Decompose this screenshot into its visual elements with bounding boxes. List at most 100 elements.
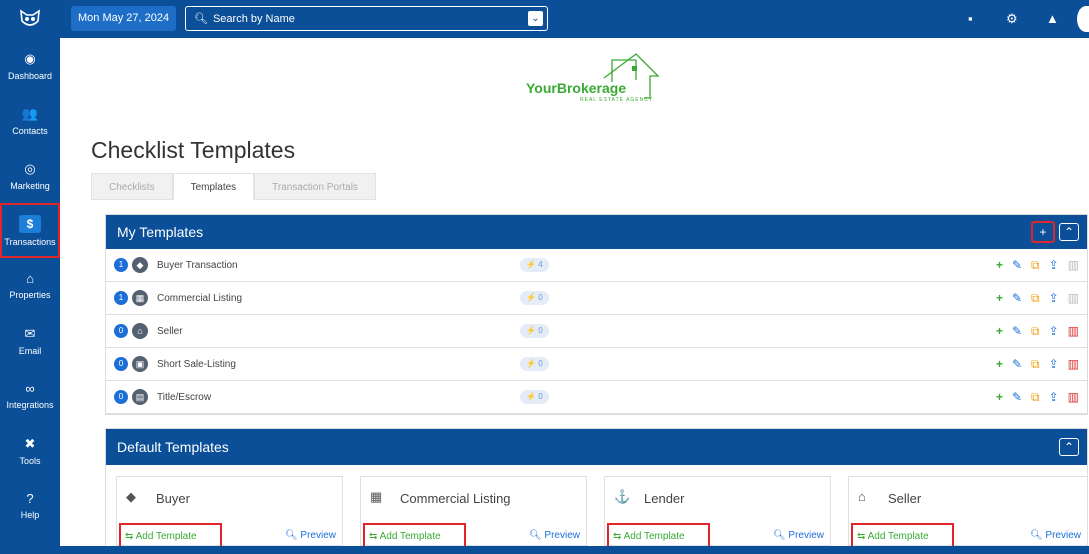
card-seller: ⌂ Seller ⇆ Add Template 🔍︎ Preview [848,476,1088,550]
copy-icon[interactable]: ⧉ [1031,324,1040,339]
copy-icon[interactable]: ⧉ [1031,357,1040,372]
collapse-button[interactable]: ⌃ [1059,438,1079,456]
trash-icon[interactable]: ▥ [1068,357,1079,372]
sidebar-item-integrations[interactable]: ∞ Integrations [0,368,60,423]
avatar[interactable] [1077,6,1089,32]
add-template-label: Add Template [135,531,197,542]
contacts-icon: 👥 [21,105,39,121]
tools-icon: ✖ [24,435,36,451]
pencil-icon[interactable]: ✎ [1012,324,1022,339]
sidebar-item-help[interactable]: ? Help [0,478,60,533]
trash-icon[interactable]: ▥ [1068,390,1079,405]
card-title: Lender [644,491,685,506]
trash-icon[interactable]: ▥ [1068,291,1079,306]
date-button[interactable]: Mon May 27, 2024 [71,6,177,31]
template-name[interactable]: Seller [157,326,183,337]
owl-logo-icon [20,9,40,26]
trash-icon[interactable]: ▥ [1068,324,1079,339]
sidebar-item-label: Integrations [6,400,54,410]
plus-icon[interactable]: + [996,357,1003,372]
sidebar-item-label: Contacts [12,125,48,136]
copy-icon[interactable]: ⧉ [1031,390,1040,405]
building-icon: ▦ [132,290,148,306]
preview-link[interactable]: 🔍︎ Preview [773,530,824,541]
brand-name: YourBrokerage [526,80,627,96]
trash-icon[interactable]: ▥ [1068,258,1079,273]
sidebar-item-properties[interactable]: ⌂ Properties [0,258,60,313]
share-icon[interactable]: ⇪ [1049,390,1059,405]
sidebar-item-transactions[interactable]: $ Transactions [0,203,60,258]
chevron-down-icon[interactable]: ⌄ [528,11,543,26]
table-row[interactable]: 1 ◆ Buyer Transaction ⚡ 4 + ✎ ⧉ ⇪ ▥ [106,249,1087,282]
search-placeholder: Search by Name [212,12,295,25]
sidebar-item-email[interactable]: ✉ Email [0,313,60,368]
preview-link[interactable]: 🔍︎ Preview [1030,530,1081,541]
panel-title: Default Templates [117,439,229,455]
home-icon: ⌂ [858,489,866,504]
task-count: 0 [538,392,543,401]
sidebar-item-tools[interactable]: ✖ Tools [0,423,60,478]
copy-icon[interactable]: ⧉ [1031,291,1040,306]
link-icon: ∞ [25,381,35,396]
chevron-up-icon: ⌃ [1063,440,1075,454]
preview-label: Preview [1045,530,1081,541]
copy-icon[interactable]: ⧉ [1031,258,1040,273]
pencil-icon[interactable]: ✎ [1012,357,1022,372]
bell-icon[interactable]: ▲ [1046,11,1059,26]
share-icon[interactable]: ⇪ [1049,291,1059,306]
search-select[interactable]: 🔍︎ Search by Name ⌄ [185,6,548,31]
task-count: 0 [538,359,543,368]
sidebar-item-label: Transactions [4,236,56,247]
table-row[interactable]: 0 ▣ Short Sale-Listing ⚡ 0 + ✎ ⧉ ⇪ ▥ [106,348,1087,381]
sidebar-item-marketing[interactable]: ◎ Marketing [0,148,60,203]
app-logo[interactable] [0,0,60,38]
preview-link[interactable]: 🔍︎ Preview [529,530,580,541]
preview-link[interactable]: 🔍︎ Preview [285,530,336,541]
tab-templates[interactable]: Templates [172,173,255,200]
preview-label: Preview [300,530,336,541]
tab-checklists[interactable]: Checklists [91,173,173,200]
sidebar-item-label: Tools [19,455,41,466]
my-templates-header: My Templates + ⌃ [106,215,1087,249]
plus-icon[interactable]: + [996,291,1003,306]
chat-icon[interactable]: ▪ [968,11,973,26]
usage-count-badge: 0 [114,324,128,338]
share-icon[interactable]: ⇪ [1049,324,1059,339]
share-icon[interactable]: ⇪ [1049,258,1059,273]
dollar-icon: $ [19,214,41,233]
table-row[interactable]: 1 ▦ Commercial Listing ⚡ 0 + ✎ ⧉ ⇪ ▥ [106,282,1087,315]
pencil-icon[interactable]: ✎ [1012,291,1022,306]
plus-icon[interactable]: + [996,324,1003,339]
search-icon: 🔍︎ [194,13,208,25]
home-icon: ⌂ [132,323,148,339]
share-icon[interactable]: ⇪ [1049,357,1059,372]
pencil-icon[interactable]: ✎ [1012,258,1022,273]
pencil-icon[interactable]: ✎ [1012,390,1022,405]
table-row[interactable]: 0 ▤ Title/Escrow ⚡ 0 + ✎ ⧉ ⇪ ▥ [106,381,1087,414]
gear-icon[interactable]: ⚙ [1006,11,1018,27]
tab-transaction-portals[interactable]: Transaction Portals [254,173,376,200]
usage-count-badge: 1 [114,291,128,305]
collapse-button[interactable]: ⌃ [1059,223,1079,241]
sidebar-item-contacts[interactable]: 👥 Contacts [0,93,60,148]
template-name[interactable]: Commercial Listing [157,293,242,304]
lender-icon: ⚓ [614,489,631,504]
card-buyer: ◆ Buyer ⇆ Add Template 🔍︎ Preview [116,476,343,550]
main-content: YourBrokerage REAL ESTATE AGENCY Checkli… [60,38,1089,550]
template-list: 1 ◆ Buyer Transaction ⚡ 4 + ✎ ⧉ ⇪ ▥ 1 ▦ Commercial … [106,249,1087,414]
usage-count-badge: 0 [114,357,128,371]
plus-icon[interactable]: + [996,390,1003,405]
template-name[interactable]: Title/Escrow [157,392,211,403]
sidebar-item-dashboard[interactable]: ◉ Dashboard [0,38,60,93]
table-row[interactable]: 0 ⌂ Seller ⚡ 0 + ✎ ⧉ ⇪ ▥ [106,315,1087,348]
panel-title: My Templates [117,224,204,240]
add-template-button[interactable]: + [1031,221,1055,243]
template-name[interactable]: Buyer Transaction [157,260,238,271]
row-actions: + ✎ ⧉ ⇪ ▥ [996,291,1079,306]
row-actions: + ✎ ⧉ ⇪ ▥ [996,357,1079,372]
sidebar-item-label: Dashboard [7,70,53,81]
plus-icon[interactable]: + [996,258,1003,273]
add-template-label: Add Template [379,531,441,542]
template-name[interactable]: Short Sale-Listing [157,359,236,370]
default-template-cards: ◆ Buyer ⇆ Add Template 🔍︎ Preview ▦ Comm… [116,476,1089,550]
